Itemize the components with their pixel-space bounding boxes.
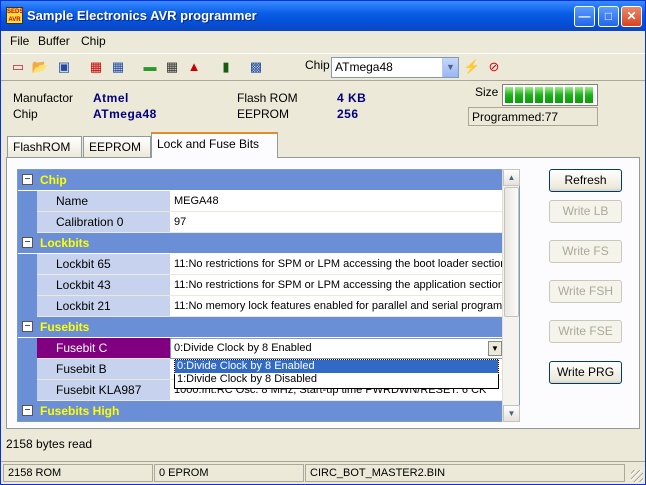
book-icon[interactable]: ▮ — [217, 59, 235, 75]
status-bar: 2158 ROM 0 EPROM CIRC_BOT_MASTER2.BIN — [1, 461, 645, 484]
grid-row[interactable]: Name MEGA48 — [18, 191, 504, 212]
progress-segment — [575, 87, 583, 103]
grid-row[interactable]: Lockbit 65 11:No restrictions for SPM or… — [18, 254, 504, 275]
status-rom: 2158 ROM — [3, 464, 153, 482]
chip-select[interactable]: ATmega48 ▼ — [331, 57, 459, 78]
dropdown-option[interactable]: 0:Divide Clock by 8 Enabled — [174, 359, 499, 374]
chip-fuse-icon[interactable]: ▲ — [185, 59, 203, 75]
chevron-down-icon[interactable]: ▼ — [488, 341, 502, 356]
maximize-button[interactable]: □ — [598, 6, 619, 27]
category-fusebits-high[interactable]: − Fusebits High — [18, 401, 504, 421]
menu-file[interactable]: File — [10, 34, 29, 48]
title-bar[interactable]: SEDS AVR Sample Electronics AVR programm… — [1, 1, 645, 31]
tab-lock-fuse-bits[interactable]: Lock and Fuse Bits — [151, 132, 278, 158]
scroll-down-icon[interactable]: ▼ — [503, 405, 520, 422]
stop-icon[interactable]: ⊘ — [485, 59, 503, 75]
property-value[interactable]: 97 — [170, 212, 504, 233]
combo-value: 0:Divide Clock by 8 Enabled — [174, 342, 312, 354]
property-value[interactable]: 11:No restrictions for SPM or LPM access… — [170, 275, 504, 296]
collapse-icon[interactable]: − — [22, 174, 33, 185]
progress-segment — [535, 87, 543, 103]
property-name: Calibration 0 — [37, 212, 170, 233]
grid-row[interactable]: Lockbit 43 11:No restrictions for SPM or… — [18, 275, 504, 296]
verify-icon[interactable]: ▬ — [141, 59, 159, 75]
manufactor-value: Atmel — [93, 91, 129, 105]
scroll-up-icon[interactable]: ▲ — [503, 169, 520, 186]
chip-select-label: Chip — [305, 58, 330, 72]
property-name-selected: Fusebit C — [37, 338, 170, 359]
menu-bar: File Buffer Chip — [1, 31, 645, 51]
programmed-status: Programmed:77 — [468, 107, 598, 126]
property-name: Lockbit 43 — [37, 275, 170, 296]
flash-rom-value: 4 KB — [337, 91, 367, 105]
property-name: Lockbit 65 — [37, 254, 170, 275]
status-eprom: 0 EPROM — [154, 464, 304, 482]
flash-rom-label: Flash ROM — [237, 91, 298, 105]
refresh-button[interactable]: Refresh — [549, 169, 622, 192]
write-lb-button[interactable]: Write LB — [549, 200, 622, 223]
progress-segment — [515, 87, 523, 103]
chip-value: ATmega48 — [93, 107, 157, 121]
scroll-thumb[interactable] — [504, 187, 519, 317]
property-name: Fusebit KLA987 — [37, 380, 170, 401]
window-title: Sample Electronics AVR programmer — [27, 8, 257, 23]
category-lockbits[interactable]: − Lockbits — [18, 233, 504, 253]
size-label: Size — [475, 85, 499, 99]
eeprom-value: 256 — [337, 107, 359, 121]
app-window: SEDS AVR Sample Electronics AVR programm… — [0, 0, 646, 485]
menu-chip[interactable]: Chip — [81, 34, 106, 48]
grid-scrollbar[interactable]: ▲ ▼ — [502, 169, 520, 422]
connect-icon[interactable]: ⚡ — [463, 59, 481, 75]
property-value[interactable]: MEGA48 — [170, 191, 504, 212]
property-name: Fusebit B — [37, 359, 170, 380]
collapse-icon[interactable]: − — [22, 321, 33, 332]
write-fse-button[interactable]: Write FSE — [549, 320, 622, 343]
collapse-icon[interactable]: − — [22, 237, 33, 248]
erase-icon[interactable]: ▭ — [9, 59, 27, 75]
category-fusebits[interactable]: − Fusebits — [18, 317, 504, 337]
progress-segment — [565, 87, 573, 103]
collapse-icon[interactable]: − — [22, 405, 33, 416]
chip-config-icon[interactable]: ▦ — [163, 59, 181, 75]
minimize-button[interactable]: — — [574, 6, 595, 27]
property-value[interactable]: 11:No restrictions for SPM or LPM access… — [170, 254, 504, 275]
menu-buffer[interactable]: Buffer — [38, 34, 70, 48]
progress-segment — [525, 87, 533, 103]
dropdown-option[interactable]: 1:Divide Clock by 8 Disabled — [175, 373, 498, 386]
tab-flashrom[interactable]: FlashROM — [7, 136, 82, 157]
open-folder-icon[interactable]: 📂 — [31, 59, 49, 75]
write-prg-button[interactable]: Write PRG — [549, 361, 622, 384]
status-message: 2158 bytes read — [6, 437, 93, 451]
app-logo-icon: SEDS AVR — [6, 7, 24, 24]
category-chip[interactable]: − Chip — [18, 170, 504, 190]
size-progress-bar — [502, 84, 598, 106]
chevron-down-icon[interactable]: ▼ — [442, 58, 458, 77]
status-filename: CIRC_BOT_MASTER2.BIN — [305, 464, 625, 482]
tab-eeprom[interactable]: EEPROM — [83, 136, 151, 157]
property-name: Lockbit 21 — [37, 296, 170, 317]
write-fsh-button[interactable]: Write FSH — [549, 280, 622, 303]
read-chip-icon[interactable]: ▦ — [87, 59, 105, 75]
close-button[interactable]: ✕ — [621, 6, 642, 27]
progress-segment — [505, 87, 513, 103]
progress-segment — [585, 87, 593, 103]
write-fs-button[interactable]: Write FS — [549, 240, 622, 263]
resize-grip-icon[interactable] — [631, 470, 643, 482]
manufactor-label: Manufactor — [13, 91, 74, 105]
progress-segment — [555, 87, 563, 103]
property-value[interactable]: 11:No memory lock features enabled for p… — [170, 296, 504, 317]
eeprom-label: EEPROM — [237, 107, 290, 121]
chip-select-value: ATmega48 — [335, 60, 393, 74]
save-disk-icon[interactable]: ▣ — [55, 59, 73, 75]
fusebit-c-dropdown-list: 0:Divide Clock by 8 Enabled 1:Divide Clo… — [174, 359, 499, 389]
device-icon[interactable]: ▩ — [247, 59, 265, 75]
toolbar: ▭ 📂 ▣ ▦ ▦ ▬ ▦ ▲ ▮ ▩ Chip ⚡ ⊘ — [1, 53, 645, 81]
property-name: Name — [37, 191, 170, 212]
chip-label: Chip — [13, 107, 38, 121]
progress-segment — [545, 87, 553, 103]
fusebit-c-combo[interactable]: 0:Divide Clock by 8 Enabled ▼ — [170, 338, 504, 359]
grid-row[interactable]: Lockbit 21 11:No memory lock features en… — [18, 296, 504, 317]
write-chip-icon[interactable]: ▦ — [109, 59, 127, 75]
grid-row[interactable]: Calibration 0 97 — [18, 212, 504, 233]
